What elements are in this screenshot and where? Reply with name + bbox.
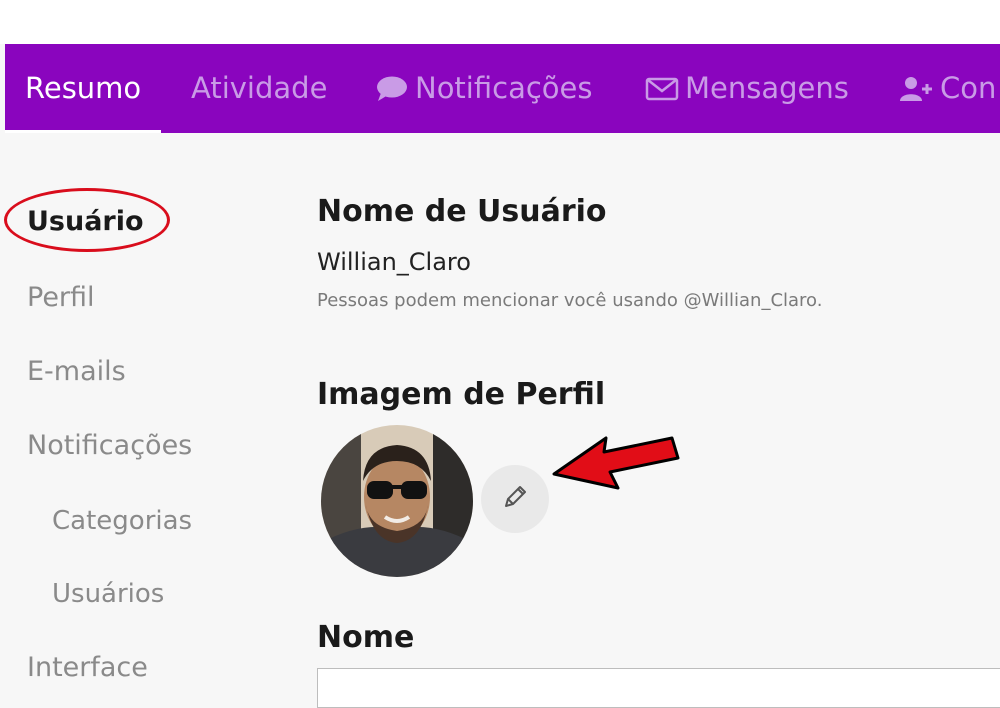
pencil-icon xyxy=(501,483,529,515)
red-arrow-annotation xyxy=(548,428,684,498)
sidebar-item-label: Categorias xyxy=(52,506,193,536)
browser-top-area xyxy=(0,0,1000,44)
speech-bubble-icon xyxy=(375,75,409,103)
sidebar-item-notificacoes[interactable]: Notificações xyxy=(27,430,192,462)
top-navigation: Resumo Atividade Notificações Mensagens xyxy=(5,44,1000,133)
tab-contatos-label: Con xyxy=(940,71,997,105)
username-value: Willian_Claro xyxy=(317,248,471,276)
sidebar-item-label: Perfil xyxy=(27,282,95,313)
name-heading: Nome xyxy=(317,620,415,655)
tab-resumo-label: Resumo xyxy=(25,71,142,105)
tab-mensagens[interactable]: Mensagens xyxy=(645,44,849,133)
sidebar-item-emails[interactable]: E-mails xyxy=(27,356,126,388)
sidebar-item-usuarios[interactable]: Usuários xyxy=(52,578,164,610)
sidebar-item-label: Notificações xyxy=(27,430,193,461)
tab-resumo[interactable]: Resumo xyxy=(5,44,162,133)
sidebar-item-label: Interface xyxy=(27,652,148,683)
sidebar-item-label: E-mails xyxy=(27,356,126,387)
tab-mensagens-label: Mensagens xyxy=(685,71,849,105)
add-user-icon xyxy=(898,75,934,103)
sidebar-item-categorias[interactable]: Categorias xyxy=(52,505,192,537)
username-help-text: Pessoas podem mencionar você usando @Wil… xyxy=(317,290,823,311)
name-field[interactable] xyxy=(317,668,1000,708)
sidebar-item-interface[interactable]: Interface xyxy=(27,652,148,684)
username-heading: Nome de Usuário xyxy=(317,194,607,229)
sidebar-item-label: Usuários xyxy=(52,579,165,609)
avatar xyxy=(321,425,473,577)
tab-contatos[interactable]: Con xyxy=(898,44,996,133)
tab-atividade-label: Atividade xyxy=(191,71,328,105)
tab-notificacoes[interactable]: Notificações xyxy=(375,44,592,133)
red-circle-highlight xyxy=(4,188,170,252)
profile-image-heading: Imagem de Perfil xyxy=(317,377,606,412)
tab-notificacoes-label: Notificações xyxy=(415,71,593,105)
envelope-icon xyxy=(645,76,679,102)
edit-profile-image-button[interactable] xyxy=(481,465,549,533)
sidebar-item-perfil[interactable]: Perfil xyxy=(27,282,95,314)
tab-atividade[interactable]: Atividade xyxy=(191,44,327,133)
